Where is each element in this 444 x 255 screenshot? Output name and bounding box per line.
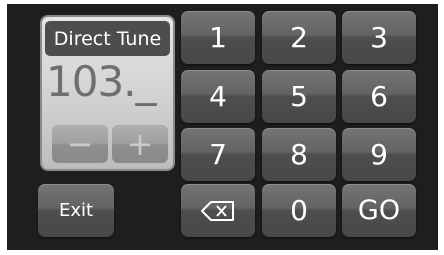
key-1[interactable]: 1 (181, 11, 255, 64)
frequency-display: 103._ (46, 57, 157, 106)
backspace-button[interactable] (181, 184, 255, 237)
key-5[interactable]: 5 (262, 70, 336, 123)
exit-button[interactable]: Exit (38, 184, 114, 237)
key-7[interactable]: 7 (181, 128, 255, 181)
key-3[interactable]: 3 (342, 11, 416, 64)
direct-tune-panel: Direct Tune 103._ − + (40, 15, 175, 171)
key-9[interactable]: 9 (342, 128, 416, 181)
go-button[interactable]: GO (342, 184, 416, 237)
key-6[interactable]: 6 (342, 70, 416, 123)
radio-screen: Direct Tune 103._ − + 1 2 3 4 5 6 7 8 9 … (7, 4, 438, 250)
key-4[interactable]: 4 (181, 70, 255, 123)
key-0[interactable]: 0 (262, 184, 336, 237)
tune-up-button[interactable]: + (112, 125, 168, 163)
direct-tune-title: Direct Tune (45, 21, 170, 56)
key-8[interactable]: 8 (262, 128, 336, 181)
key-2[interactable]: 2 (262, 11, 336, 64)
backspace-icon (201, 200, 235, 221)
tune-down-button[interactable]: − (52, 125, 108, 163)
